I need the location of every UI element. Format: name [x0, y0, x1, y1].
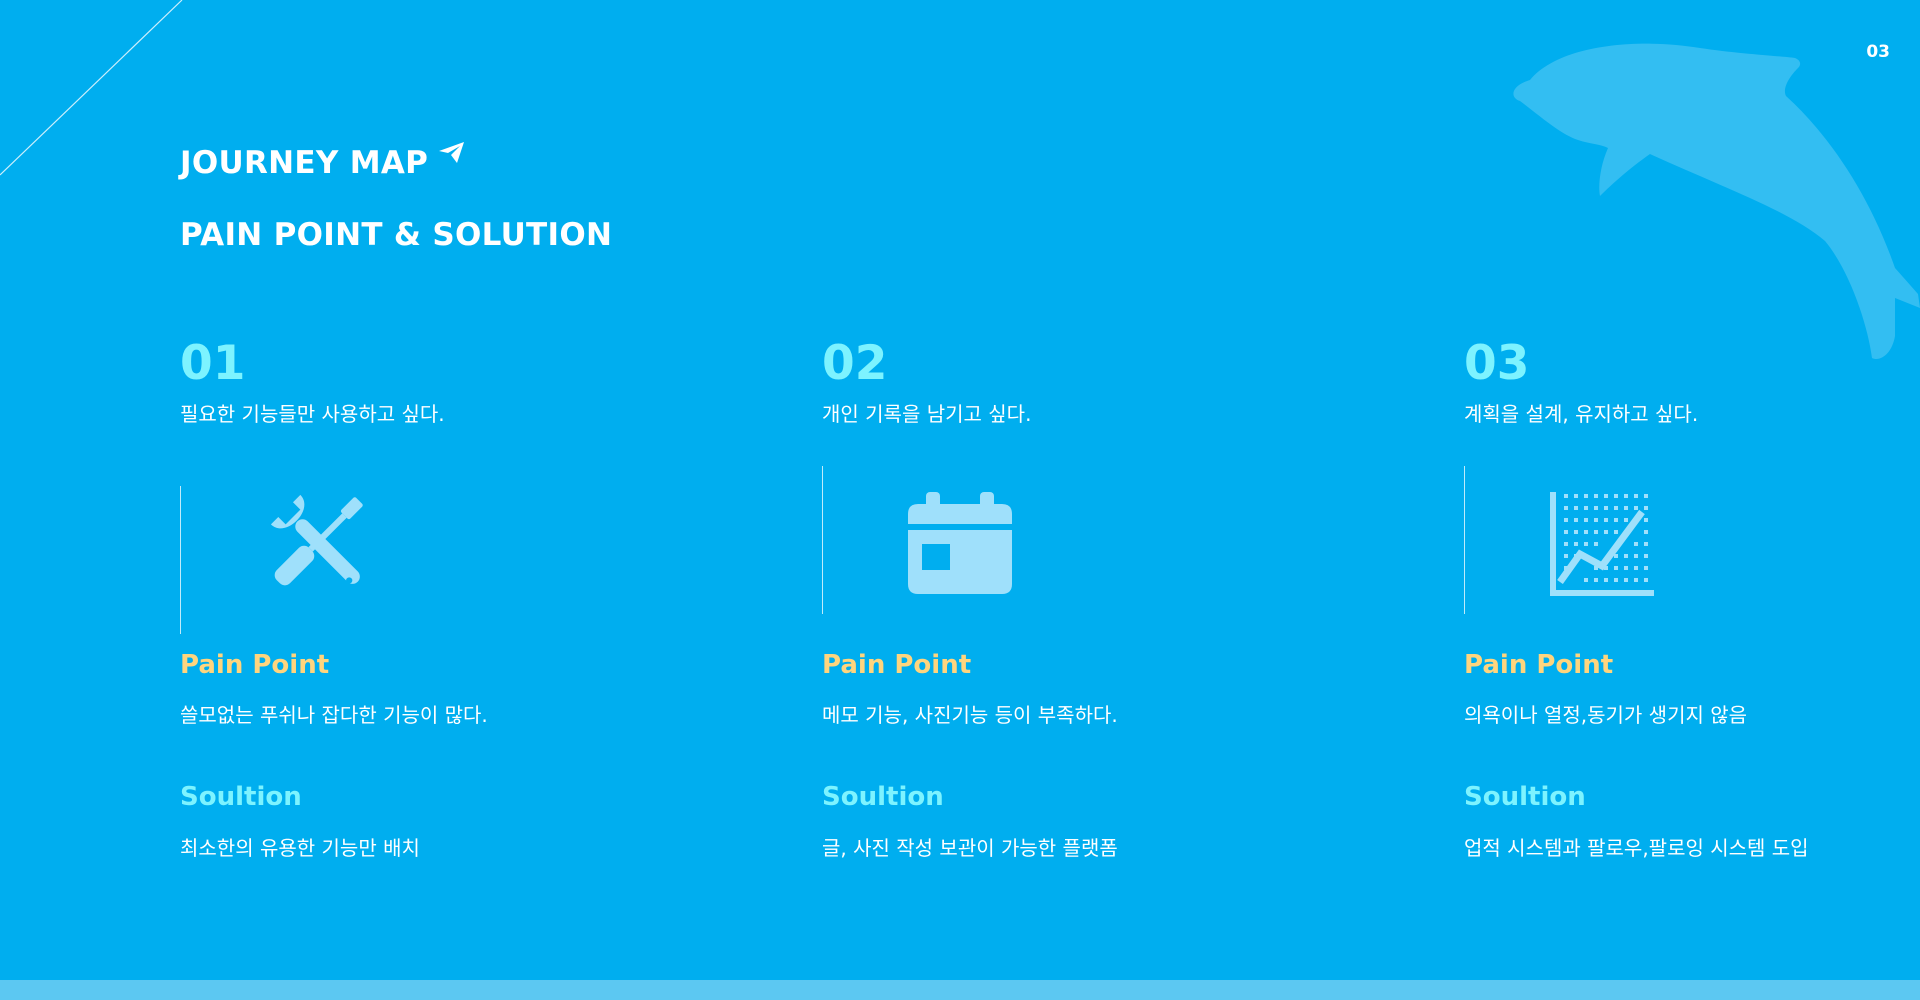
page-number: 03 — [1866, 42, 1890, 62]
icon-area — [1464, 466, 1764, 614]
solution-text: 최소한의 유용한 기능만 배치 — [180, 836, 420, 860]
solution-label: Soultion — [180, 782, 302, 812]
solution-label: Soultion — [1464, 782, 1586, 812]
dolphin-icon — [1513, 43, 1920, 360]
tools-icon — [270, 494, 363, 586]
pain-point-label: Pain Point — [1464, 650, 1614, 680]
line-chart-icon — [1550, 492, 1654, 596]
column-description: 개인 기록을 남기고 싶다. — [822, 402, 1032, 426]
page-title: JOURNEY MAP — [180, 145, 429, 181]
column-description: 필요한 기능들만 사용하고 싶다. — [180, 402, 445, 426]
page-subtitle: PAIN POINT & SOLUTION — [180, 217, 613, 253]
header: JOURNEY MAP PAIN POINT & SOLUTION — [180, 142, 613, 253]
column-number: 01 — [180, 336, 246, 391]
column-number: 02 — [822, 336, 888, 391]
pain-point-text: 메모 기능, 사진기능 등이 부족하다. — [822, 703, 1118, 727]
pain-point-label: Pain Point — [822, 650, 972, 680]
pain-point-label: Pain Point — [180, 650, 330, 680]
journey-column-1: 01 필요한 기능들만 사용하고 싶다. Pain Point 쓸모없는 푸쉬나… — [180, 336, 740, 860]
calendar-icon — [908, 492, 1012, 594]
divider-line — [822, 466, 823, 614]
column-description: 계획을 설계, 유지하고 싶다. — [1464, 402, 1699, 426]
icon-area — [180, 486, 480, 634]
journey-column-2: 02 개인 기록을 남기고 싶다. Pain Point 메모 기능, 사진기능… — [822, 336, 1382, 860]
icon-area — [822, 466, 1122, 614]
decorative-diagonal-line — [0, 0, 183, 176]
paper-plane-icon — [439, 142, 465, 163]
solution-text: 업적 시스템과 팔로우,팔로잉 시스템 도입 — [1464, 836, 1809, 860]
solution-text: 글, 사진 작성 보관이 가능한 플랫폼 — [822, 836, 1118, 860]
pain-point-text: 쓸모없는 푸쉬나 잡다한 기능이 많다. — [180, 703, 488, 727]
divider-line — [1464, 466, 1465, 614]
divider-line — [180, 486, 181, 634]
solution-label: Soultion — [822, 782, 944, 812]
pain-point-text: 의욕이나 열정,동기가 생기지 않음 — [1464, 703, 1748, 727]
bottom-bar — [0, 980, 1920, 1000]
column-number: 03 — [1464, 336, 1530, 391]
journey-column-3: 03 계획을 설계, 유지하고 싶다. Pain Point 의욕이나 열정,동… — [1464, 336, 1920, 860]
